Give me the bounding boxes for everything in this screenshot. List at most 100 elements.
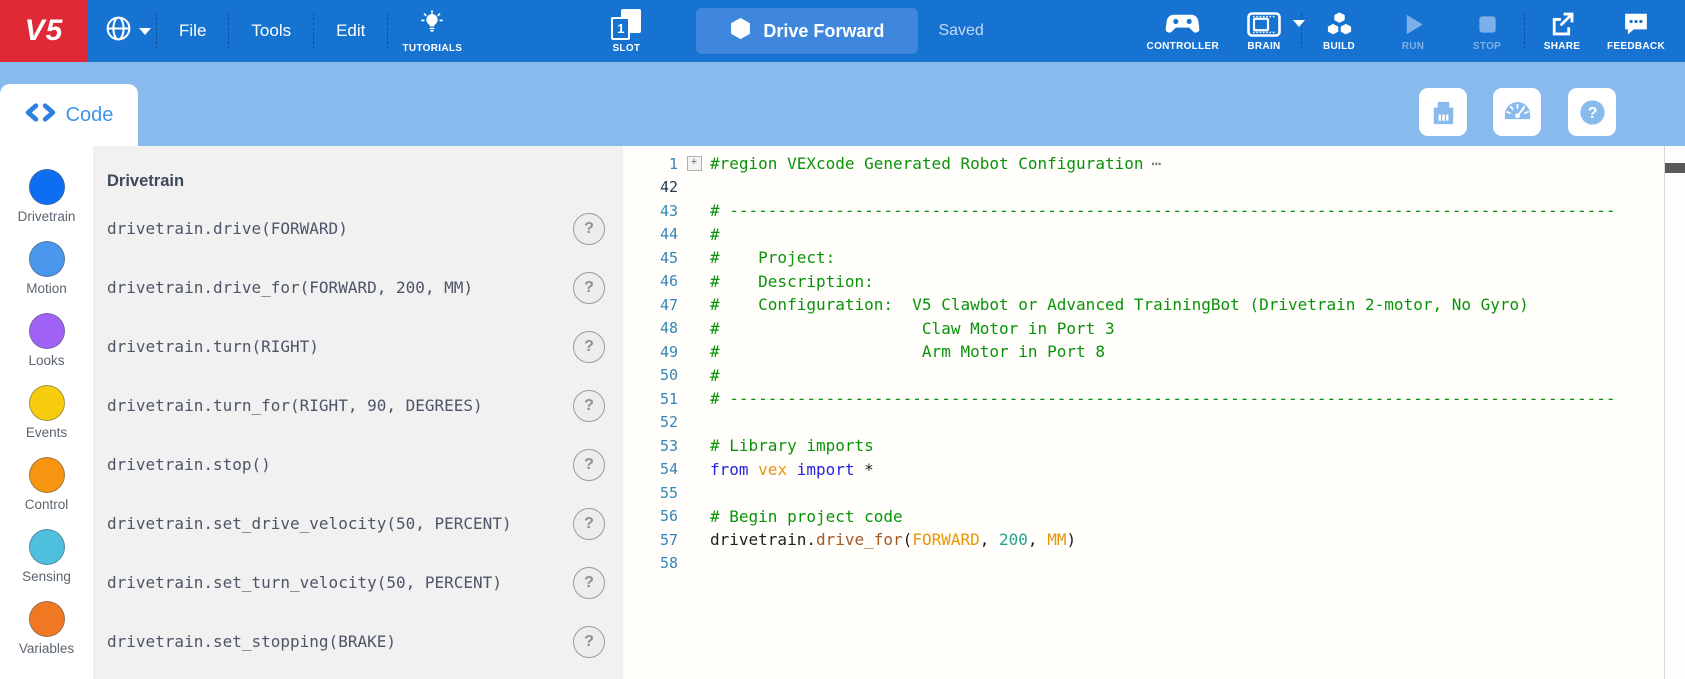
line-number: 58 <box>623 554 678 572</box>
brain-button[interactable]: BRAIN <box>1227 0 1301 62</box>
slot-icon: 1 <box>611 9 641 40</box>
command-row[interactable]: drivetrain.stop()? <box>93 435 623 494</box>
code-editor[interactable]: 1+#region VEXcode Generated Robot Config… <box>623 146 1685 679</box>
fold-ellipsis: ⋯ <box>1151 154 1161 173</box>
command-panel: Drivetrain drivetrain.drive(FORWARD)?dri… <box>93 146 623 679</box>
device-manager-button[interactable] <box>1419 88 1467 136</box>
category-label: Variables <box>19 641 74 656</box>
command-row[interactable]: drivetrain.set_turn_velocity(50, PERCENT… <box>93 553 623 612</box>
line-number: 49 <box>623 343 678 361</box>
line-number: 43 <box>623 202 678 220</box>
line-number: 50 <box>623 366 678 384</box>
code-text: # --------------------------------------… <box>710 389 1685 408</box>
help-button[interactable]: ? <box>1568 88 1616 136</box>
fold-toggle-icon[interactable]: + <box>687 156 702 171</box>
build-label: BUILD <box>1323 41 1355 52</box>
command-text: drivetrain.turn(RIGHT) <box>107 337 319 356</box>
code-text: drivetrain.drive_for(FORWARD, 200, MM) <box>710 530 1685 549</box>
command-text: drivetrain.drive(FORWARD) <box>107 219 348 238</box>
menu-file[interactable]: File <box>157 0 228 62</box>
command-panel-title: Drivetrain <box>107 172 623 191</box>
line-number: 56 <box>623 507 678 525</box>
command-help-button[interactable]: ? <box>573 331 605 363</box>
command-row[interactable]: drivetrain.set_drive_velocity(50, PERCEN… <box>93 494 623 553</box>
code-line: 49# Arm Motor in Port 8 <box>623 340 1685 364</box>
menu-edit[interactable]: Edit <box>314 0 387 62</box>
code-line: 53# Library imports <box>623 434 1685 458</box>
build-icon <box>1326 11 1353 38</box>
command-text: drivetrain.set_turn_velocity(50, PERCENT… <box>107 573 502 592</box>
command-row[interactable]: drivetrain.drive(FORWARD)? <box>93 199 623 258</box>
sidebar-item-control[interactable]: Control <box>0 448 93 520</box>
share-button[interactable]: SHARE <box>1525 0 1599 62</box>
line-number: 55 <box>623 484 678 502</box>
sidebar-item-events[interactable]: Events <box>0 376 93 448</box>
command-help-button[interactable]: ? <box>573 449 605 481</box>
chevron-down-icon <box>139 28 151 35</box>
run-button: RUN <box>1376 0 1450 62</box>
category-circle-icon <box>29 385 65 421</box>
code-line: 58 <box>623 552 1685 576</box>
command-help-button[interactable]: ? <box>573 567 605 599</box>
code-text: # --------------------------------------… <box>710 201 1685 220</box>
sidebar-item-sensing[interactable]: Sensing <box>0 520 93 592</box>
tutorials-button[interactable]: TUTORIALS <box>388 0 476 62</box>
sidebar-item-motion[interactable]: Motion <box>0 232 93 304</box>
code-line: 50# <box>623 364 1685 388</box>
line-number: 44 <box>623 225 678 243</box>
sidebar-item-drivetrain[interactable]: Drivetrain <box>0 160 93 232</box>
run-icon <box>1401 11 1426 38</box>
code-line: 45# Project: <box>623 246 1685 270</box>
command-text: drivetrain.set_stopping(BRAKE) <box>107 632 396 651</box>
vexcode-app: V5 FileToolsEdit TUTORIALS 1 SLOT Drive … <box>0 0 1685 679</box>
brain-label: BRAIN <box>1247 41 1280 52</box>
command-row[interactable]: drivetrain.turn(RIGHT)? <box>93 317 623 376</box>
command-row[interactable]: drivetrain.set_stopping(BRAKE)? <box>93 612 623 671</box>
command-row[interactable]: drivetrain.turn_for(RIGHT, 90, DEGREES)? <box>93 376 623 435</box>
code-text: # <box>710 225 1685 244</box>
code-line: 55 <box>623 481 1685 505</box>
tab-bar: Code ? <box>0 62 1685 146</box>
feedback-button[interactable]: FEEDBACK <box>1599 0 1673 62</box>
command-text: drivetrain.set_drive_velocity(50, PERCEN… <box>107 514 512 533</box>
code-text: # Project: <box>710 248 1685 267</box>
device-port-icon <box>1428 97 1459 128</box>
code-line: 1+#region VEXcode Generated Robot Config… <box>623 152 1685 176</box>
code-line: 43 # ------------------------------------… <box>623 199 1685 223</box>
tutorials-label: TUTORIALS <box>403 43 463 54</box>
v5-logo[interactable]: V5 <box>0 0 88 62</box>
project-name-button[interactable]: Drive Forward <box>696 8 918 54</box>
category-label: Events <box>26 425 67 440</box>
code-line: 46# Description: <box>623 270 1685 294</box>
code-text: # Claw Motor in Port 3 <box>710 319 1685 338</box>
code-text: #region VEXcode Generated Robot Configur… <box>710 154 1685 173</box>
editor-scrollbar[interactable] <box>1664 146 1685 679</box>
code-text: # Library imports <box>710 436 1685 455</box>
menu-tools[interactable]: Tools <box>229 0 313 62</box>
gauge-icon <box>1501 96 1534 129</box>
line-number: 48 <box>623 319 678 337</box>
build-button[interactable]: BUILD <box>1302 0 1376 62</box>
editor-scrollbar-thumb[interactable] <box>1665 163 1685 173</box>
sidebar-item-looks[interactable]: Looks <box>0 304 93 376</box>
command-help-button[interactable]: ? <box>573 626 605 658</box>
code-line: 48 # Claw Motor in Port 3 <box>623 317 1685 341</box>
category-label: Control <box>25 497 69 512</box>
controller-button[interactable]: CONTROLLER <box>1139 0 1227 62</box>
command-help-button[interactable]: ? <box>573 508 605 540</box>
command-help-button[interactable]: ? <box>573 213 605 245</box>
category-label: Motion <box>26 281 67 296</box>
command-text: drivetrain.turn_for(RIGHT, 90, DEGREES) <box>107 396 483 415</box>
device-button-cluster: CONTROLLERBRAINBUILDRUNSTOPSHAREFEEDBACK <box>1139 0 1673 62</box>
command-help-button[interactable]: ? <box>573 390 605 422</box>
sidebar-item-variables[interactable]: Variables <box>0 592 93 664</box>
slot-button[interactable]: 1 SLOT <box>602 0 650 62</box>
help-icon: ? <box>1577 97 1608 128</box>
feedback-icon <box>1623 11 1649 38</box>
tab-code[interactable]: Code <box>0 84 138 146</box>
language-globe-button[interactable] <box>98 0 156 62</box>
command-row[interactable]: drivetrain.drive_for(FORWARD, 200, MM)? <box>93 258 623 317</box>
command-help-button[interactable]: ? <box>573 272 605 304</box>
category-label: Looks <box>28 353 64 368</box>
dashboard-button[interactable] <box>1493 88 1541 136</box>
